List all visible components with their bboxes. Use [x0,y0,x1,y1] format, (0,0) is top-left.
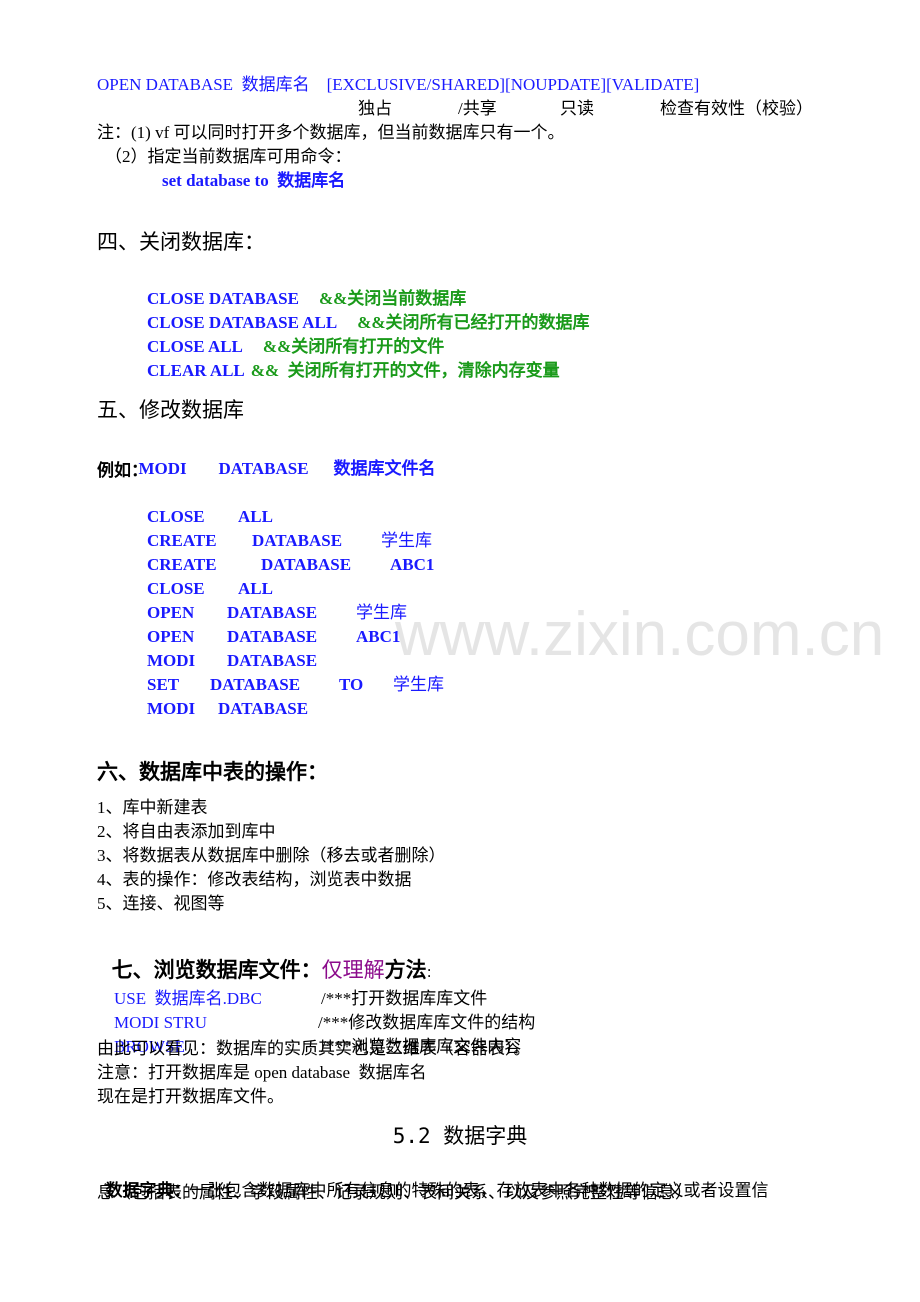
example-label: 例如： [97,461,148,480]
set-database-command: set database to 数据库名 [162,171,346,190]
note-text: 注意：打开数据库是 open database 数据库名 [97,1063,427,1082]
section-5-heading: 五、修改数据库 [97,398,244,422]
example-token: 学生库 [393,675,444,694]
list-item: 4、表的操作：修改表结构，浏览表中数据 [97,870,412,889]
example-row: MODI DATABASE [130,676,308,742]
note-text: 现在是打开数据库文件。 [97,1087,284,1106]
annotation-shared: /共享 [458,99,497,118]
command-text: CLEAR ALL [147,361,245,380]
list-item: 3、将数据表从数据库中删除（移去或者删除） [97,846,446,865]
syntax-keyword: MODI [138,459,187,478]
note-2: （2）指定当前数据库可用命令： [105,147,352,166]
example-token: ABC1 [356,627,401,646]
syntax-keyword: DATABASE [218,459,309,478]
example-token: ABC1 [390,555,435,574]
section-4-heading: 四、关闭数据库： [97,230,265,254]
command-comment: && 关闭所有打开的文件，清除内存变量 [250,361,560,380]
data-dictionary-definition-continued: 息（包括表的属性、字段属性、记录规则、表间关系、以及参照完整性等信息） [97,1183,692,1202]
close-command-row: CLEAR ALL && 关闭所有打开的文件，清除内存变量 [130,338,560,404]
watermark: www.zixin.com.cn [395,600,885,669]
open-database-syntax: OPEN DATABASE 数据库名 [EXCLUSIVE/SHARED][NO… [97,75,700,94]
modi-database-syntax: MODI DATABASE 数据库文件名 [130,436,436,480]
example-token: DATABASE [261,555,352,574]
syntax-argument: 数据库文件名 [333,459,436,478]
section-6-heading: 六、数据库中表的操作： [97,760,328,784]
annotation-validate: 检查有效性（校验） [660,99,813,118]
list-item: 2、将自由表添加到库中 [97,822,276,841]
example-token: DATABASE [218,699,309,718]
example-token: MODI [147,699,196,718]
note-1: 注：(1) vf 可以同时打开多个数据库，但当前数据库只有一个。 [97,123,565,142]
annotation-exclusive: 独占 [358,99,392,118]
conclusion-text: 由此可以看见：数据库的实质其实也是二维表（容器表）。 [97,1039,531,1058]
list-item: 1、库中新建表 [97,798,208,817]
annotation-noupdate: 只读 [560,99,594,118]
section-5-2-title: 5.2 数据字典 [392,1124,528,1148]
list-item: 5、连接、视图等 [97,894,225,913]
example-token: TO [339,675,364,694]
